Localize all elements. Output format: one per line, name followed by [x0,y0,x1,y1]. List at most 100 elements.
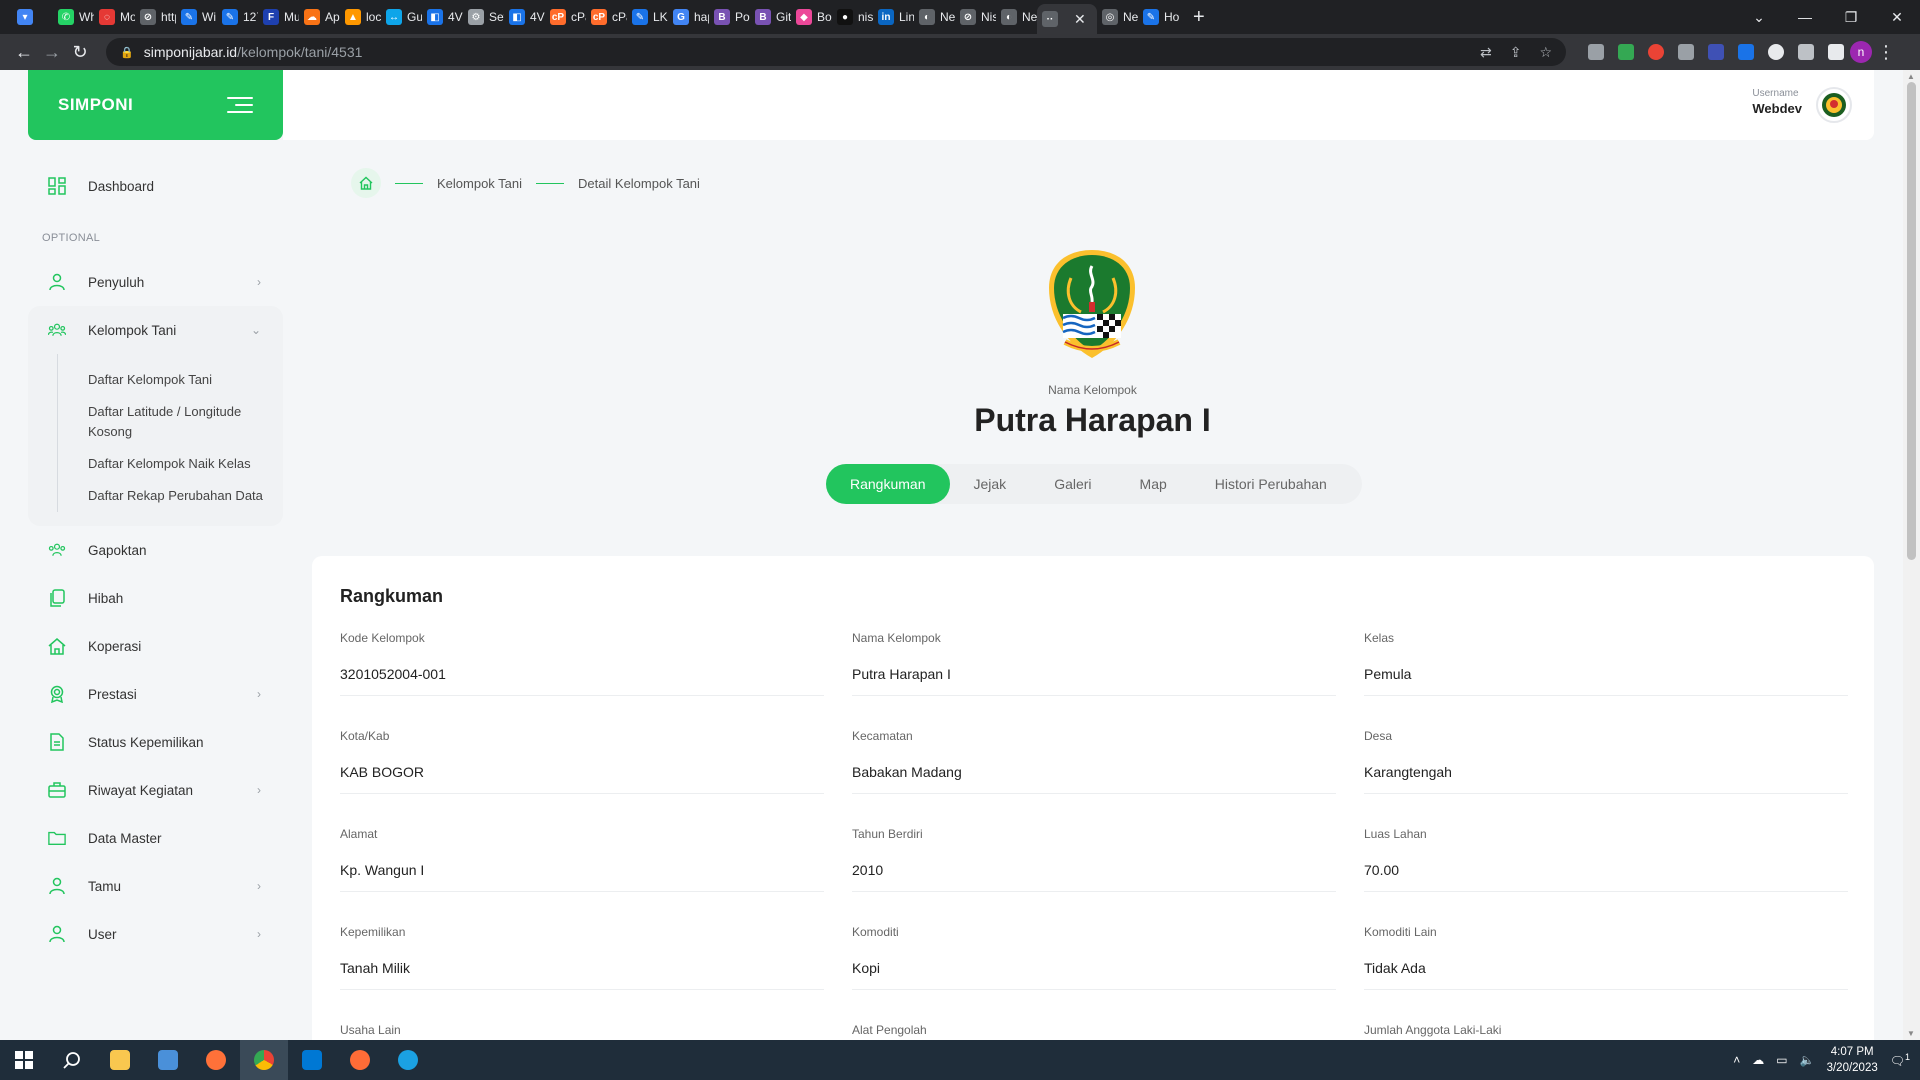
network-icon[interactable]: ▭ [1776,1053,1787,1067]
submenu-item-daftar-rekap-perubahan[interactable]: Daftar Rekap Perubahan Data [88,480,283,512]
browser-tab[interactable]: in Lin [873,3,914,31]
back-icon[interactable]: ← [10,42,38,63]
tab-close-icon[interactable]: ✕ [1074,11,1086,28]
tab-galeri[interactable]: Galeri [1030,464,1115,504]
browser-tab[interactable]: ▲ loca [340,3,381,31]
browser-tab[interactable]: ◐ Ne [996,3,1037,31]
tab-histori-perubahan[interactable]: Histori Perubahan [1191,464,1351,504]
search-icon[interactable] [48,1040,96,1080]
extension-icon[interactable] [1708,44,1724,60]
taskbar-clock[interactable]: 4:07 PM 3/20/2023 [1827,1044,1878,1076]
file-explorer-icon[interactable] [96,1040,144,1080]
browser-tab[interactable]: cP cPa [586,3,627,31]
browser-tab[interactable]: ✎ 127 [217,3,258,31]
sidebar-item-penyuluh[interactable]: Penyuluh › [28,258,283,306]
profile-avatar[interactable]: n [1850,41,1872,63]
chrome-icon[interactable] [240,1040,288,1080]
remote-desktop-icon[interactable] [144,1040,192,1080]
close-window-button[interactable]: ✕ [1874,9,1920,26]
puzzle-icon[interactable] [1798,44,1814,60]
submenu-item-daftar-naik-kelas[interactable]: Daftar Kelompok Naik Kelas [88,448,283,480]
sidebar-item-status-kepemilikan[interactable]: Status Kepemilikan [28,718,283,766]
vscode-icon[interactable] [288,1040,336,1080]
sidebar-item-data-master[interactable]: Data Master [28,814,283,862]
volume-icon[interactable]: 🔈 [1800,1053,1815,1067]
page-scrollbar[interactable]: ▲ ▼ [1903,70,1920,1040]
browser-tab[interactable]: ◐ Ne [914,3,955,31]
extension-icon[interactable] [1738,44,1754,60]
browser-tab[interactable]: ⚙ Set [463,3,504,31]
browser-tab[interactable]: ● nis [832,3,873,31]
scroll-down-arrow[interactable]: ▼ [1907,1029,1915,1038]
tab-favicon-icon: B [714,9,730,25]
summary-field: Jumlah Anggota Laki-Laki [1364,1023,1848,1040]
browser-tab[interactable]: ✎ Wi [176,3,217,31]
sidebar-item-kelompok-tani[interactable]: Kelompok Tani ⌄ [28,306,283,354]
notification-icon[interactable]: 🗨1 [1890,1052,1910,1068]
tab-search-icon[interactable]: ⌄ [1736,9,1782,26]
share-icon[interactable]: ⇪ [1510,44,1522,61]
address-bar[interactable]: 🔒 simponijabar.id/kelompok/tani/4531 ⇄ ⇪… [106,38,1566,66]
hero-label: Nama Kelompok [1048,383,1137,397]
minimize-button[interactable]: — [1782,9,1828,25]
new-tab-button[interactable]: + [1193,6,1205,29]
browser-tab[interactable]: Ghap [668,3,709,31]
browser-tab[interactable]: ◧ 4VI [504,3,545,31]
sidebar-item-user[interactable]: User › [28,910,283,958]
bookmark-star-icon[interactable]: ☆ [1539,44,1552,61]
browser-tab[interactable]: ◌ Mo [94,3,135,31]
postman-icon[interactable] [336,1040,384,1080]
browser-tab[interactable]: ☁ Api [299,3,340,31]
tab-rangkuman[interactable]: Rangkuman [826,464,950,504]
browser-tab[interactable]: ↔ Gui [381,3,422,31]
sidebar-item-gapoktan[interactable]: Gapoktan [28,526,283,574]
browser-tab[interactable]: ✆ Wh [53,3,94,31]
browser-tab[interactable]: ◧ 4VI [422,3,463,31]
app-icon[interactable] [384,1040,432,1080]
sidebar-item-prestasi[interactable]: Prestasi › [28,670,283,718]
sidebar-item-riwayat-kegiatan[interactable]: Riwayat Kegiatan › [28,766,283,814]
scrollbar-thumb[interactable] [1907,82,1916,560]
summary-field: Kepemilikan Tanah Milik [340,925,824,1023]
extension-icon[interactable] [1678,44,1694,60]
breadcrumb-item-kelompok-tani[interactable]: Kelompok Tani [437,176,522,191]
sidebar-item-dashboard[interactable]: Dashboard [28,162,283,210]
sidepanel-icon[interactable] [1828,44,1844,60]
translate-icon[interactable]: ⇄ [1480,44,1492,61]
browser-tab[interactable]: ⊘ Nis [955,3,996,31]
restore-button[interactable]: ❐ [1828,9,1874,26]
sidebar-item-tamu[interactable]: Tamu › [28,862,283,910]
extension-icon[interactable] [1588,44,1604,60]
user-info[interactable]: Username Webdev [1752,88,1802,116]
extension-icon[interactable] [1768,44,1784,60]
user-avatar[interactable] [1816,87,1852,123]
browser-tab[interactable]: B Por [709,3,750,31]
reload-icon[interactable]: ↻ [66,42,94,63]
chevron-up-icon[interactable]: ˄ [1733,1053,1740,1067]
sidebar-item-hibah[interactable]: Hibah [28,574,283,622]
extension-icon[interactable] [1648,44,1664,60]
firefox-icon[interactable] [192,1040,240,1080]
cloud-icon[interactable]: ☁ [1752,1053,1764,1067]
extension-icon[interactable] [1618,44,1634,60]
home-icon[interactable] [351,168,381,198]
lock-icon[interactable]: 🔒 [120,46,134,59]
forward-icon[interactable]: → [38,42,66,63]
browser-tab[interactable]: cP cPa [545,3,586,31]
browser-tab[interactable]: ▾ [12,3,53,31]
browser-tab[interactable]: ✎ Ho [1138,3,1179,31]
browser-tab[interactable]: F Mu [258,3,299,31]
browser-tab[interactable]: B Git [750,3,791,31]
browser-tab[interactable]: ✎ LK- [627,3,668,31]
browser-tab[interactable]: ⊘ http [135,3,176,31]
hamburger-menu-icon[interactable] [227,97,253,113]
browser-tab[interactable]: ·· ✕ [1037,4,1097,34]
browser-tab[interactable]: ◎ Ne [1097,3,1138,31]
tab-jejak[interactable]: Jejak [950,464,1031,504]
sidebar-item-koperasi[interactable]: Koperasi [28,622,283,670]
windows-start-icon[interactable] [0,1040,48,1080]
menu-dots-icon[interactable]: ⋮ [1872,42,1900,63]
browser-tab[interactable]: ◆ Box [791,3,832,31]
tab-map[interactable]: Map [1116,464,1191,504]
scroll-up-arrow[interactable]: ▲ [1907,72,1915,81]
